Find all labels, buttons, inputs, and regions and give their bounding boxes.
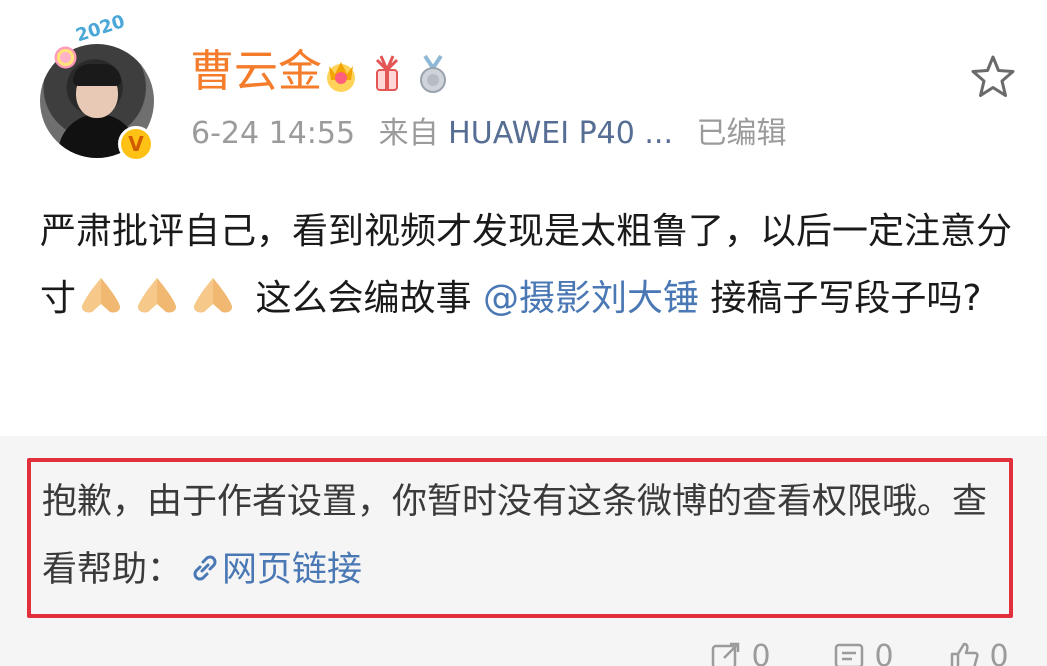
post-source-prefix: 来自	[378, 116, 439, 151]
verified-badge-icon: V	[118, 126, 154, 162]
star-icon[interactable]	[968, 52, 1018, 102]
permission-notice: 抱歉，由于作者设置，你暂时没有这条微博的查看权限哦。查看帮助： 网页链接	[42, 468, 1002, 604]
post-timestamp: 6-24 14:55	[191, 116, 356, 151]
repost-button[interactable]: 0	[710, 640, 771, 666]
permission-message: 抱歉，由于作者设置，你暂时没有这条微博的查看权限哦。查看帮助：	[42, 482, 988, 590]
repost-count: 0	[751, 639, 771, 666]
pray-emoji-icon	[81, 278, 121, 313]
post-text-part2: 这么会编故事	[255, 278, 472, 319]
author-name[interactable]: 曹云金	[190, 46, 322, 98]
ribbon-badge-icon	[375, 55, 399, 91]
post-text-part3: 接稿子写段子吗?	[710, 278, 982, 319]
like-count: 0	[989, 639, 1009, 666]
comment-button[interactable]: 0	[833, 640, 894, 666]
avatar-decoration-text: 2020	[73, 11, 128, 47]
web-link[interactable]: 网页链接	[222, 550, 362, 590]
comment-count: 0	[874, 639, 894, 666]
like-button[interactable]: 0	[948, 640, 1009, 666]
post-device[interactable]: HUAWEI P40 ...	[448, 116, 673, 151]
post-text: 严肃批评自己，看到视频才发现是太粗鲁了，以后一定注意分寸 这么会编故事 @摄影刘…	[40, 198, 1020, 332]
weibo-post: 2020 V 曹云金 6-24 14:55 来自 HUAWEI P40 ... …	[0, 0, 1047, 666]
edited-label: 已编辑	[696, 116, 787, 151]
mention-link[interactable]: @摄影刘大锤	[483, 278, 699, 319]
pray-emoji-icon	[137, 278, 177, 313]
crown-badge-icon	[327, 62, 355, 92]
verified-mark: V	[128, 132, 144, 156]
medal-badge-icon	[420, 54, 446, 93]
pray-emoji-icon	[193, 278, 233, 313]
comment-icon	[834, 643, 864, 666]
action-bar: 0 0 0	[0, 640, 1047, 666]
post-meta: 6-24 14:55 来自 HUAWEI P40 ... 已编辑	[191, 114, 787, 154]
link-icon	[193, 555, 217, 581]
thumbs-up-icon	[950, 642, 979, 666]
repost-icon	[711, 642, 740, 666]
